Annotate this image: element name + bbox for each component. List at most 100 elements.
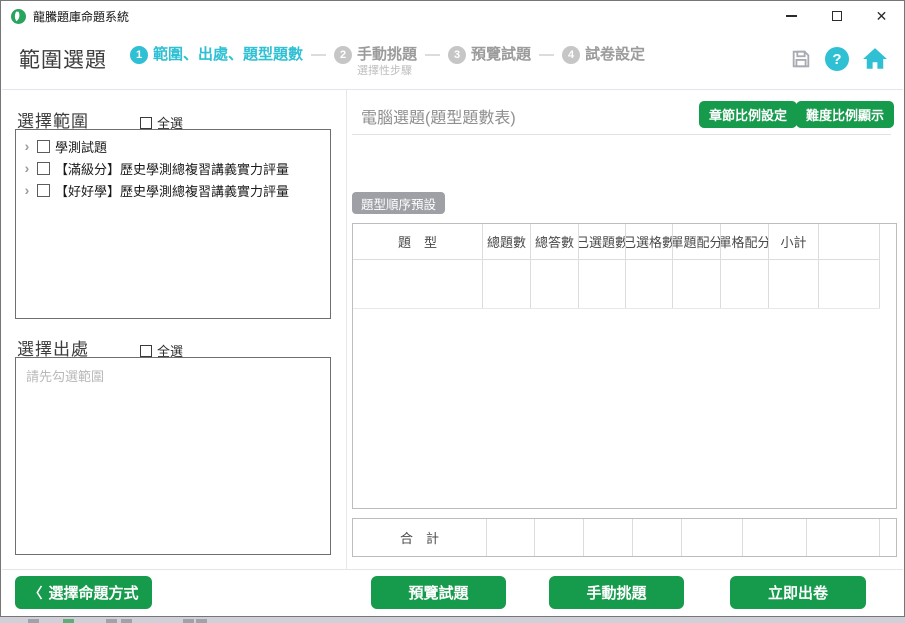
window-title: 龍騰題庫命題系統 — [33, 8, 129, 25]
close-button[interactable]: ✕ — [859, 1, 904, 31]
page-title: 範圍選題 — [19, 44, 107, 74]
bottom-bar-divider — [2, 569, 903, 570]
step-connector — [539, 54, 554, 56]
footer-cell — [743, 519, 807, 556]
footer-cell — [633, 519, 682, 556]
choose-method-back-button[interactable]: 〈 選擇命題方式 — [15, 576, 152, 609]
col-header-subtotal: 小計 — [769, 224, 819, 259]
titlebar: 龍騰題庫命題系統 ✕ — [1, 1, 904, 31]
maximize-button[interactable] — [814, 1, 859, 31]
range-select-all-checkbox[interactable] — [140, 117, 152, 129]
app-logo-icon — [11, 9, 26, 24]
taskbar-icon-top — [63, 619, 74, 623]
tree-item-study-well[interactable]: › 【好好學】歷史學測總複習講義實力評量 — [22, 179, 324, 201]
step-2-manual-pick[interactable]: 2 手動挑題 選擇性步驟 — [334, 46, 417, 79]
maximize-icon — [832, 11, 842, 21]
step-4-paper-settings[interactable]: 4 試卷設定 — [562, 46, 645, 64]
totals-row: 合 計 — [352, 518, 897, 557]
taskbar-icon-top — [28, 619, 39, 623]
footer-cell — [535, 519, 584, 556]
step-2-badge: 2 — [334, 46, 352, 64]
tree-item-exam-questions[interactable]: › 學測試題 — [22, 135, 324, 157]
col-header-blank — [819, 224, 880, 259]
col-header-total-answers: 總答數 — [531, 224, 579, 259]
col-header-points-per-blank: 單格配分 — [721, 224, 769, 259]
choose-method-label: 選擇命題方式 — [48, 582, 138, 603]
question-type-table: 題 型 總題數 總答數 已選題數 已選格數 單題配分 單格配分 小計 — [352, 223, 897, 509]
source-placeholder: 請先勾選範圍 — [26, 369, 104, 384]
tree-item-checkbox[interactable] — [37, 184, 50, 197]
step-2-label: 手動挑題 — [357, 46, 417, 64]
right-panel-divider — [352, 134, 891, 135]
table-empty-row — [353, 260, 880, 309]
step-2-sublabel: 選擇性步驟 — [357, 64, 417, 79]
question-type-order-button[interactable]: 題型順序預設 — [352, 192, 445, 214]
table-empty-cell — [579, 260, 626, 308]
step-connector — [425, 54, 440, 56]
help-icon: ? — [832, 51, 841, 68]
tree-item-label: 【滿級分】歷史學測總複習講義實力評量 — [55, 159, 289, 178]
home-button[interactable] — [862, 47, 888, 71]
step-connector — [311, 54, 326, 56]
save-button[interactable] — [790, 48, 812, 70]
app-window: 龍騰題庫命題系統 ✕ 範圍選題 1 範圍、出處、題型題數 2 手動挑題 — [0, 0, 905, 617]
footer-cell — [487, 519, 535, 556]
step-3-label: 預覽試題 — [471, 46, 531, 64]
chapter-ratio-button[interactable]: 章節比例設定 — [699, 101, 797, 128]
table-empty-cell — [721, 260, 769, 308]
minimize-icon — [786, 15, 797, 17]
help-button[interactable]: ? — [825, 47, 849, 71]
col-header-total-questions: 總題數 — [483, 224, 531, 259]
window-controls: ✕ — [769, 1, 904, 31]
tree-item-label: 學測試題 — [55, 137, 107, 156]
table-empty-cell — [483, 260, 531, 308]
panel-divider — [346, 89, 347, 570]
source-select-all-checkbox[interactable] — [140, 345, 152, 357]
manual-pick-button[interactable]: 手動挑題 — [549, 576, 684, 609]
difficulty-ratio-button[interactable]: 難度比例顯示 — [796, 101, 894, 128]
tree-item-checkbox[interactable] — [37, 140, 50, 153]
step-3-preview[interactable]: 3 預覽試題 — [448, 46, 531, 64]
screen: 龍騰題庫命題系統 ✕ 範圍選題 1 範圍、出處、題型題數 2 手動挑題 — [0, 0, 905, 623]
tree-item-checkbox[interactable] — [37, 162, 50, 175]
taskbar-icon-top — [196, 619, 207, 623]
taskbar-icon-top — [183, 619, 194, 623]
step-4-label: 試卷設定 — [585, 46, 645, 64]
step-4-badge: 4 — [562, 46, 580, 64]
close-icon: ✕ — [876, 9, 888, 23]
chevron-right-icon[interactable]: › — [22, 139, 32, 153]
generate-paper-button[interactable]: 立即出卷 — [730, 576, 866, 609]
col-header-selected-blanks: 已選格數 — [626, 224, 673, 259]
home-icon — [862, 47, 888, 71]
app-header: 範圍選題 1 範圍、出處、題型題數 2 手動挑題 選擇性步驟 3 — [2, 31, 903, 90]
minimize-button[interactable] — [769, 1, 814, 31]
chevron-right-icon[interactable]: › — [22, 183, 32, 197]
table-header-row: 題 型 總題數 總答數 已選題數 已選格數 單題配分 單格配分 小計 — [353, 224, 880, 260]
computer-selection-heading: 電腦選題(題型題數表) — [361, 104, 516, 128]
col-header-points-per-question: 單題配分 — [673, 224, 721, 259]
step-1-badge: 1 — [130, 46, 148, 64]
header-icons: ? — [790, 47, 888, 71]
chevron-right-icon[interactable]: › — [22, 161, 32, 175]
source-list: 請先勾選範圍 — [15, 357, 331, 555]
col-header-question-type: 題 型 — [353, 224, 483, 259]
tree-item-label: 【好好學】歷史學測總複習講義實力評量 — [55, 181, 289, 200]
back-chevron-icon: 〈 — [28, 583, 42, 603]
footer-total-label: 合 計 — [353, 519, 487, 556]
col-header-selected-questions: 已選題數 — [579, 224, 626, 259]
footer-cell — [807, 519, 880, 556]
taskbar-icon-top — [106, 619, 117, 623]
table-empty-cell — [531, 260, 579, 308]
range-tree: › 學測試題 › 【滿級分】歷史學測總複習講義實力評量 › 【好好學】歷史學測總… — [15, 129, 331, 319]
preview-questions-button[interactable]: 預覽試題 — [371, 576, 506, 609]
table-empty-cell — [353, 260, 483, 308]
save-icon — [790, 48, 812, 70]
step-1-range[interactable]: 1 範圍、出處、題型題數 — [130, 46, 303, 64]
table-empty-cell — [673, 260, 721, 308]
table-empty-cell — [769, 260, 819, 308]
step-indicator: 1 範圍、出處、題型題數 2 手動挑題 選擇性步驟 3 預覽試題 — [130, 46, 645, 79]
table-empty-cell — [626, 260, 673, 308]
step-1-label: 範圍、出處、題型題數 — [153, 46, 303, 64]
table-empty-cell — [819, 260, 880, 308]
tree-item-full-level[interactable]: › 【滿級分】歷史學測總複習講義實力評量 — [22, 157, 324, 179]
